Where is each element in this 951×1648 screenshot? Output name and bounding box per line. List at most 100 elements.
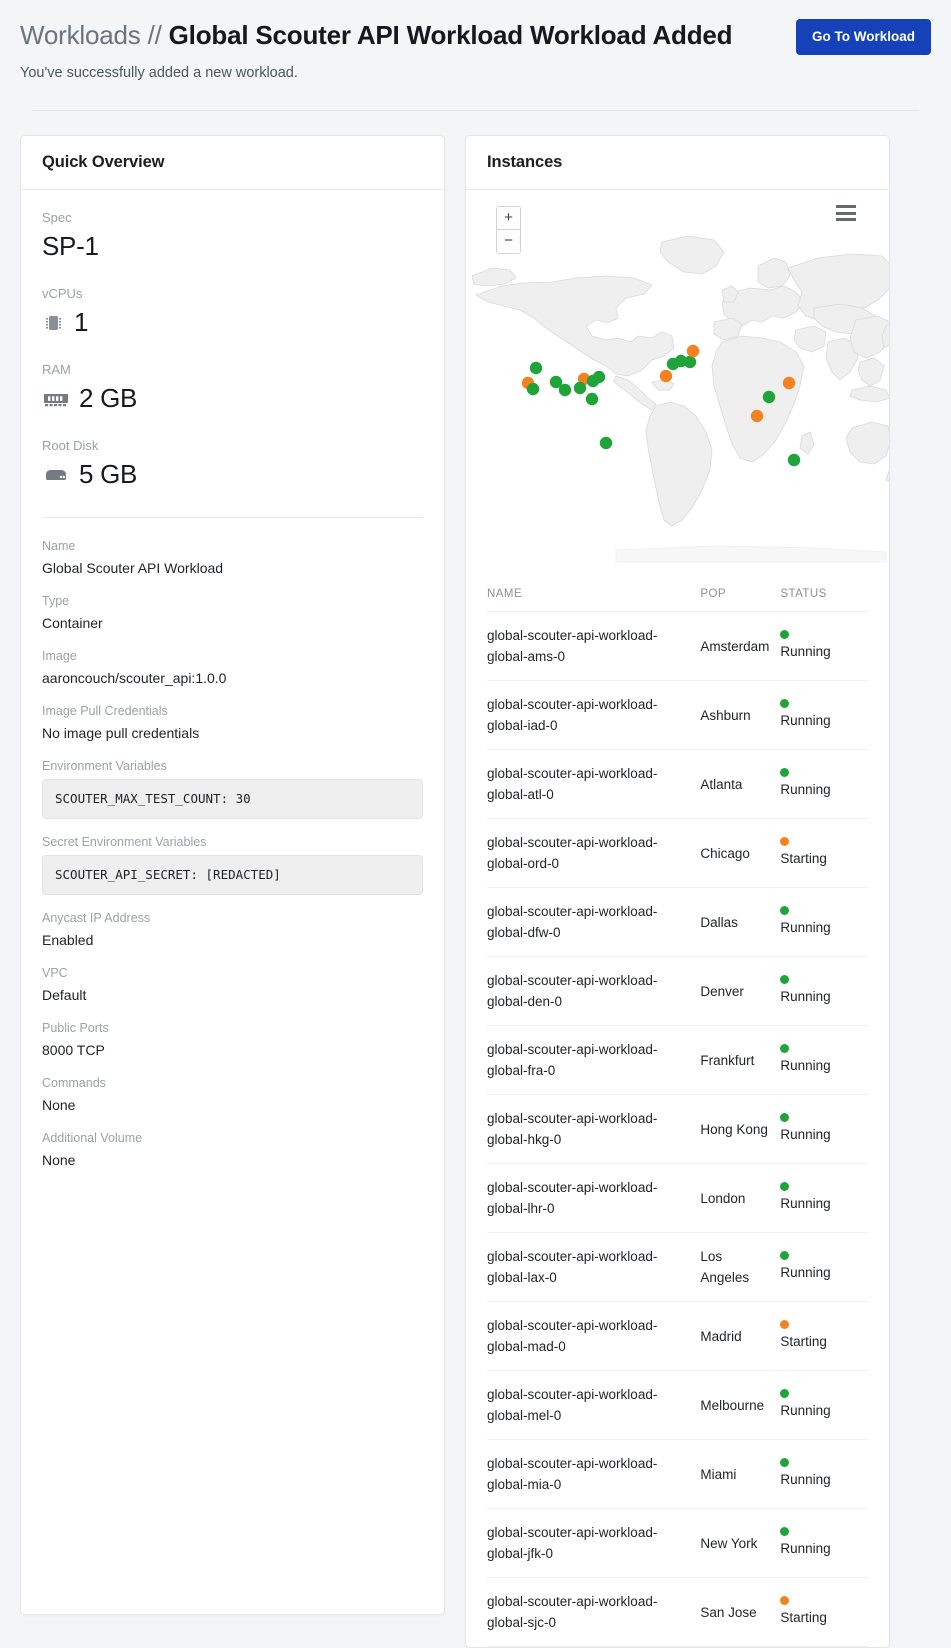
instance-status-cell: Running (780, 1370, 868, 1440)
root-disk-value: 5 GB (42, 458, 423, 491)
table-row[interactable]: global-scouter-api-workload-global-jfk-0… (487, 1508, 868, 1578)
status-badge: Starting (780, 1596, 868, 1628)
map-zoom-out-button[interactable]: − (497, 230, 520, 253)
instance-pop-cell: Chicago (700, 818, 781, 888)
status-badge: Running (780, 1458, 868, 1490)
instance-name-cell[interactable]: global-scouter-api-workload-global-mel-0 (487, 1370, 701, 1440)
instance-status-cell: Running (780, 1163, 868, 1233)
table-row[interactable]: global-scouter-api-workload-global-lhr-0… (487, 1163, 868, 1233)
status-badge: Running (780, 1044, 868, 1076)
instance-status-cell: Running (780, 1232, 868, 1302)
field-label: Commands (42, 1076, 106, 1090)
map-marker-sao-paulo[interactable] (599, 436, 613, 450)
instance-status-cell: Starting (780, 1577, 868, 1647)
instance-status-cell: Running (780, 749, 868, 819)
breadcrumb-current: Global Scouter API Workload Workload Add… (168, 20, 733, 50)
map-marker-seattle[interactable] (529, 361, 543, 375)
map-zoom-in-button[interactable]: + (497, 207, 520, 230)
breadcrumb-parent[interactable]: Workloads (20, 20, 141, 50)
secret-environment-variables-box: SCOUTER_API_SECRET: [REDACTED] (42, 855, 423, 895)
table-header-row: NAME POP STATUS (487, 582, 868, 612)
status-badge: Running (780, 906, 868, 938)
field-value: Enabled (42, 932, 94, 948)
map-marker-melbourne[interactable] (787, 453, 801, 467)
status-dot-icon (780, 1458, 790, 1467)
map-marker-singapore[interactable] (750, 409, 764, 423)
status-badge: Running (780, 975, 868, 1007)
instance-name-cell[interactable]: global-scouter-api-workload-global-lhr-0 (487, 1163, 701, 1233)
instance-name-cell[interactable]: global-scouter-api-workload-global-fra-0 (487, 1025, 701, 1095)
map-zoom-controls[interactable]: + − (496, 206, 521, 254)
field-name: Name Global Scouter API Workload (42, 538, 423, 578)
field-label: Additional Volume (42, 1131, 143, 1145)
status-label: Running (780, 1196, 831, 1211)
field-label: Environment Variables (42, 759, 167, 773)
map-marker-hong-kong[interactable] (762, 390, 776, 404)
instance-name-cell[interactable]: global-scouter-api-workload-global-jfk-0 (487, 1508, 701, 1578)
map-marker-new-york[interactable] (592, 370, 606, 384)
table-row[interactable]: global-scouter-api-workload-global-mad-0… (487, 1301, 868, 1371)
go-to-workload-button[interactable]: Go To Workload (796, 19, 931, 55)
table-row[interactable]: global-scouter-api-workload-global-ams-0… (487, 611, 868, 681)
instance-name-cell[interactable]: global-scouter-api-workload-global-dfw-0 (487, 887, 701, 957)
map-marker-tokyo[interactable] (782, 376, 796, 390)
table-row[interactable]: global-scouter-api-workload-global-fra-0… (487, 1025, 868, 1095)
table-row[interactable]: global-scouter-api-workload-global-iad-0… (487, 680, 868, 750)
map-marker-frankfurt[interactable] (683, 355, 697, 369)
instance-name-cell[interactable]: global-scouter-api-workload-global-den-0 (487, 956, 701, 1026)
map-marker-los-angeles[interactable] (526, 382, 540, 396)
field-label: Name (42, 539, 76, 553)
status-dot-icon (780, 837, 790, 846)
instance-pop-cell: Madrid (700, 1301, 781, 1371)
status-label: Running (780, 713, 831, 728)
instance-pop-cell: New York (700, 1508, 781, 1578)
page-header: Workloads // Global Scouter API Workload… (0, 0, 951, 111)
instance-name-cell[interactable]: global-scouter-api-workload-global-mad-0 (487, 1301, 701, 1371)
table-row[interactable]: global-scouter-api-workload-global-ord-0… (487, 818, 868, 888)
status-dot-icon (780, 975, 790, 984)
map-marker-stockholm[interactable] (686, 344, 700, 358)
status-dot-icon (780, 1251, 790, 1260)
table-row[interactable]: global-scouter-api-workload-global-mel-0… (487, 1370, 868, 1440)
map-marker-madrid[interactable] (659, 369, 673, 383)
table-row[interactable]: global-scouter-api-workload-global-hkg-0… (487, 1094, 868, 1164)
map-marker-atlanta[interactable] (573, 381, 587, 395)
table-row[interactable]: global-scouter-api-workload-global-sjc-0… (487, 1577, 868, 1647)
instance-name-cell[interactable]: global-scouter-api-workload-global-mia-0 (487, 1439, 701, 1509)
field-value: None (42, 1152, 76, 1168)
table-row[interactable]: global-scouter-api-workload-global-lax-0… (487, 1232, 868, 1302)
field-value: Container (42, 615, 103, 631)
field-type: Type Container (42, 593, 423, 633)
map-marker-miami[interactable] (585, 392, 599, 406)
world-map[interactable]: + − (466, 190, 889, 582)
instance-name-cell[interactable]: global-scouter-api-workload-global-iad-0 (487, 680, 701, 750)
column-header-name[interactable]: NAME (487, 582, 701, 612)
status-label: Running (780, 1403, 831, 1418)
map-marker-dallas[interactable] (558, 383, 572, 397)
instance-name-cell[interactable]: global-scouter-api-workload-global-lax-0 (487, 1232, 701, 1302)
map-landmasses (471, 235, 889, 563)
instance-name-cell[interactable]: global-scouter-api-workload-global-hkg-0 (487, 1094, 701, 1164)
instance-name-cell[interactable]: global-scouter-api-workload-global-sjc-0 (487, 1577, 701, 1647)
field-public-ports: Public Ports 8000 TCP (42, 1020, 423, 1060)
status-dot-icon (780, 1113, 790, 1122)
table-row[interactable]: global-scouter-api-workload-global-den-0… (487, 956, 868, 1026)
overview-divider (42, 517, 423, 518)
vcpus-label: vCPUs (42, 286, 83, 301)
column-header-pop[interactable]: POP (700, 582, 781, 612)
cpu-icon (46, 315, 61, 330)
instance-name-cell[interactable]: global-scouter-api-workload-global-ord-0 (487, 818, 701, 888)
field-label: Secret Environment Variables (42, 835, 207, 849)
instance-name-cell[interactable]: global-scouter-api-workload-global-ams-0 (487, 611, 701, 681)
table-row[interactable]: global-scouter-api-workload-global-mia-0… (487, 1439, 868, 1509)
status-dot-icon (780, 1320, 790, 1329)
status-dot-icon (780, 699, 790, 708)
status-label: Running (780, 1541, 831, 1556)
menu-bar (836, 205, 856, 208)
table-row[interactable]: global-scouter-api-workload-global-dfw-0… (487, 887, 868, 957)
hamburger-menu-icon[interactable] (836, 205, 856, 221)
column-header-status[interactable]: STATUS (780, 582, 868, 612)
table-row[interactable]: global-scouter-api-workload-global-atl-0… (487, 749, 868, 819)
field-image-pull-credentials: Image Pull Credentials No image pull cre… (42, 703, 423, 743)
instance-name-cell[interactable]: global-scouter-api-workload-global-atl-0 (487, 749, 701, 819)
